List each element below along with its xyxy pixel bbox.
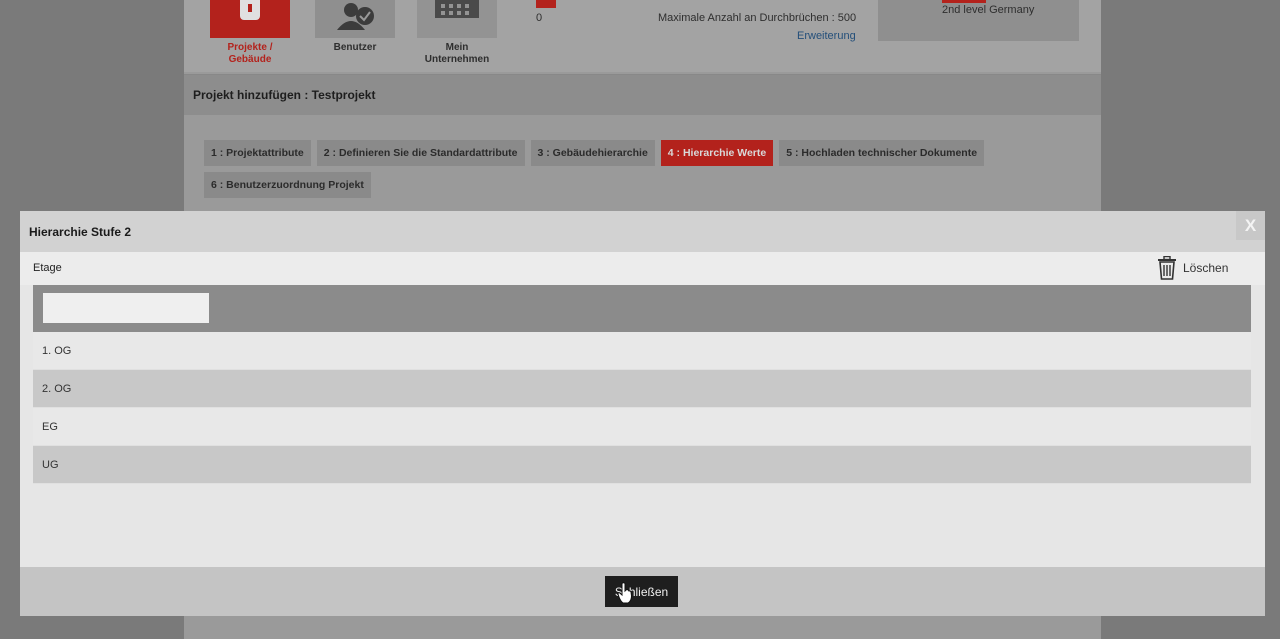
- hierarchy-modal: Hierarchie Stufe 2 X Etage Löschen 1. OG…: [20, 211, 1265, 616]
- step-5[interactable]: 5 : Hochladen technischer Dokumente: [779, 140, 985, 166]
- field-label: Etage: [33, 262, 62, 274]
- trash-icon: [1158, 256, 1176, 280]
- nav-tile-users[interactable]: Benutzer: [315, 0, 395, 54]
- step-4[interactable]: 4 : Hierarchie Werte: [660, 140, 774, 166]
- close-button[interactable]: Schließen: [605, 576, 678, 607]
- list-item[interactable]: UG: [33, 446, 1251, 484]
- modal-footer: Schließen: [20, 567, 1265, 616]
- input-row: [33, 285, 1251, 332]
- delete-label: Löschen: [1183, 261, 1229, 275]
- step-3[interactable]: 3 : Gebäudehierarchie: [530, 140, 655, 166]
- extension-link[interactable]: Erweiterung: [797, 30, 856, 42]
- modal-title: Hierarchie Stufe 2: [29, 225, 132, 239]
- openings-count: 0: [536, 12, 543, 24]
- list-item[interactable]: EG: [33, 408, 1251, 446]
- nav-tile-projects[interactable]: Projekte / Gebäude: [210, 0, 290, 66]
- page-title: Projekt hinzufügen : Testprojekt: [193, 88, 376, 102]
- list-item[interactable]: 2. OG: [33, 370, 1251, 408]
- list-item[interactable]: 1. OG: [33, 332, 1251, 370]
- account-dropdown[interactable]: 2nd level Germany: [878, 0, 1079, 41]
- building-icon: [417, 0, 497, 38]
- nav-tile-company[interactable]: Mein Unternehmen: [417, 0, 497, 66]
- app-header: Projekte / Gebäude Benutzer Mein Unterne…: [184, 0, 1101, 72]
- project-icon: [210, 0, 290, 38]
- wizard-steps: 1 : Projektattribute 2 : Definieren Sie …: [204, 140, 1064, 204]
- counter-marker: [536, 0, 556, 8]
- project-bar: Projekt hinzufügen : Testprojekt: [184, 74, 1101, 115]
- new-value-input[interactable]: [43, 293, 209, 323]
- account-marker: [942, 0, 986, 3]
- nav-label-users: Benutzer: [333, 42, 377, 53]
- nav-label-company-2: Unternehmen: [424, 54, 490, 65]
- step-1[interactable]: 1 : Projektattribute: [204, 140, 311, 166]
- nav-label-projects-2: Gebäude: [228, 54, 272, 65]
- step-6[interactable]: 6 : Benutzerzuordnung Projekt: [204, 172, 371, 198]
- step-2[interactable]: 2 : Definieren Sie die Standardattribute: [316, 140, 525, 166]
- close-icon[interactable]: X: [1236, 211, 1265, 240]
- modal-toolbar: Etage Löschen: [20, 252, 1265, 285]
- nav-label-projects-1: Projekte /: [227, 42, 273, 53]
- nav-label-company-1: Mein: [445, 42, 469, 53]
- hierarchy-values-table: 1. OG 2. OG EG UG: [33, 285, 1251, 484]
- user-check-icon: [315, 0, 395, 38]
- delete-button[interactable]: Löschen: [1156, 256, 1228, 280]
- modal-header: Hierarchie Stufe 2 X: [20, 211, 1265, 252]
- max-openings-text: Maximale Anzahl an Durchbrüchen : 500: [658, 12, 857, 24]
- account-name: 2nd level Germany: [942, 4, 1035, 16]
